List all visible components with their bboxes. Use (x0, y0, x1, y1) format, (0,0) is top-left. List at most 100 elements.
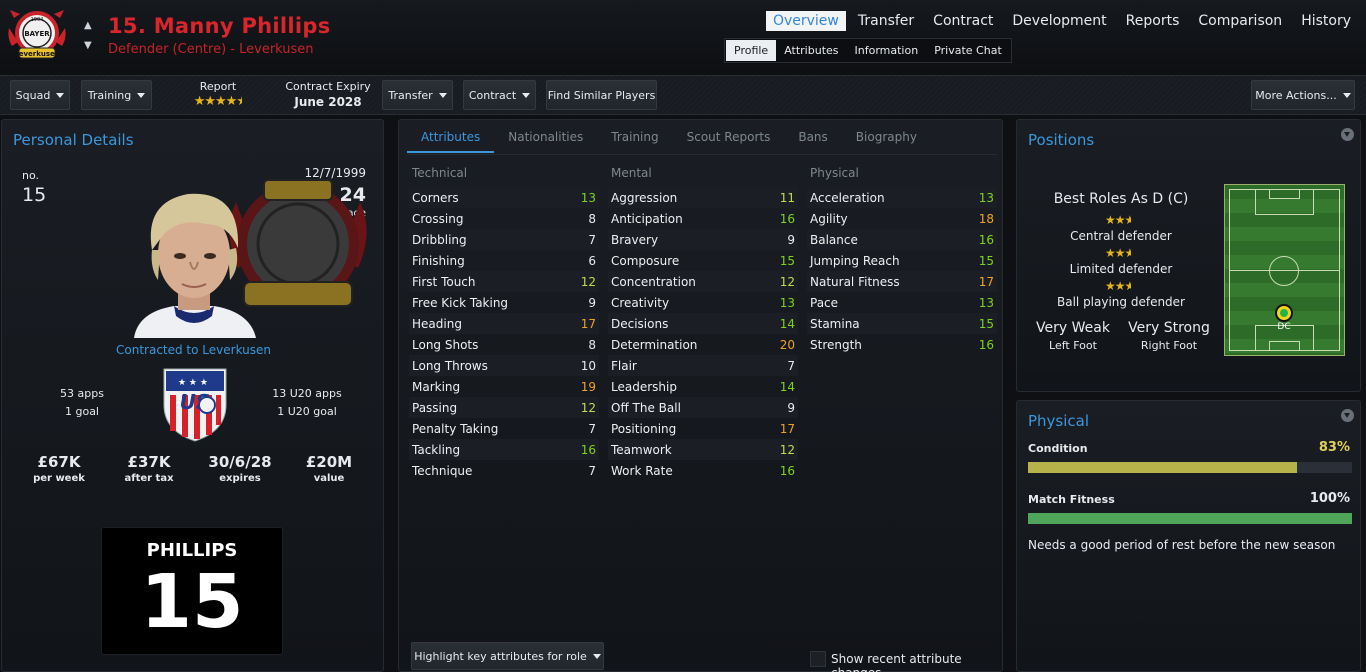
player-role: Defender (Centre) - Leverkusen (108, 42, 314, 57)
subtab-attributes[interactable]: Attributes (776, 40, 846, 61)
attribute-row[interactable]: Long Throws 10 (409, 355, 599, 376)
contract-button[interactable]: Contract (463, 80, 536, 110)
svg-text:Leverkusen: Leverkusen (14, 50, 60, 58)
after-tax-value: £37K (127, 453, 171, 471)
attribute-name: Bravery (611, 232, 659, 247)
tab-contract[interactable]: Contract (926, 11, 1000, 31)
tab-scout-reports[interactable]: Scout Reports (673, 126, 785, 153)
attribute-name: Stamina (810, 316, 860, 331)
show-changes-checkbox[interactable] (810, 651, 826, 667)
attribute-row[interactable]: Work Rate 16 (608, 460, 798, 481)
transfer-button[interactable]: Transfer (382, 80, 453, 110)
club-crest-icon[interactable]: Leverkusen BAYER 1904 (6, 8, 68, 62)
subtab-information[interactable]: Information (847, 40, 927, 61)
squad-button[interactable]: Squad (10, 80, 70, 110)
subtab-private-chat[interactable]: Private Chat (926, 40, 1010, 61)
more-actions-button[interactable]: More Actions... (1251, 80, 1355, 110)
wage-label: per week (33, 473, 85, 484)
role-stars-icon: ★★★ (1105, 279, 1131, 293)
shirt-graphic: PHILLIPS 15 (101, 527, 283, 655)
attribute-row[interactable]: Passing 12 (409, 397, 599, 418)
attribute-row[interactable]: Anticipation 16 (608, 208, 798, 229)
attribute-row[interactable]: Composure 15 (608, 250, 798, 271)
tab-overview[interactable]: Overview (765, 11, 846, 31)
tab-comparison[interactable]: Comparison (1191, 11, 1289, 31)
tab-history[interactable]: History (1294, 11, 1358, 31)
u20-apps-value: 13 U20 apps (272, 387, 342, 400)
attribute-row[interactable]: Stamina 15 (807, 313, 997, 334)
attribute-row[interactable]: Long Shots 8 (409, 334, 599, 355)
attribute-row[interactable]: Pace 13 (807, 292, 997, 313)
tab-reports[interactable]: Reports (1119, 11, 1187, 31)
training-button[interactable]: Training (81, 80, 152, 110)
attribute-row[interactable]: Dribbling 7 (409, 229, 599, 250)
tab-nationalities[interactable]: Nationalities (494, 126, 597, 153)
highlight-key-attributes-button[interactable]: Highlight key attributes for role (411, 642, 604, 670)
attribute-row[interactable]: Concentration 12 (608, 271, 798, 292)
contracted-link[interactable]: Contracted to Leverkusen (2, 343, 385, 357)
attribute-row[interactable]: Jumping Reach 15 (807, 250, 997, 271)
report-label: Report (199, 80, 237, 93)
attribute-value: 17 (580, 316, 596, 331)
next-player-icon[interactable]: ▼ (84, 36, 92, 56)
tab-attributes[interactable]: Attributes (407, 126, 495, 153)
goals-value: 1 goal (64, 405, 99, 418)
attribute-row[interactable]: Marking 19 (409, 376, 599, 397)
report-rating[interactable]: Report ★★★★★ (178, 80, 258, 109)
attribute-row[interactable]: First Touch 12 (409, 271, 599, 292)
tab-training[interactable]: Training (597, 126, 672, 153)
physical-title: Physical (1028, 412, 1090, 430)
action-toolbar: Squad Training Report ★★★★★ Contract Exp… (0, 75, 1366, 115)
attribute-row[interactable]: Flair 7 (608, 355, 798, 376)
attribute-row[interactable]: Free Kick Taking 9 (409, 292, 599, 313)
attribute-value: 13 (580, 190, 596, 205)
attribute-name: Agility (810, 211, 848, 226)
attribute-row[interactable]: Balance 16 (807, 229, 997, 250)
attribute-name: Flair (611, 358, 637, 373)
attributes-tabs: Attributes Nationalities Training Scout … (407, 126, 931, 153)
attribute-row[interactable]: Determination 20 (608, 334, 798, 355)
attribute-row[interactable]: Crossing 8 (409, 208, 599, 229)
match-fitness-label: Match Fitness (1028, 493, 1115, 506)
attribute-value: 9 (588, 295, 596, 310)
best-roles-title: Best Roles As D (C) (1053, 191, 1189, 207)
attribute-row[interactable]: Heading 17 (409, 313, 599, 334)
attribute-value: 20 (779, 337, 795, 352)
attribute-name: Jumping Reach (810, 253, 900, 268)
tab-biography[interactable]: Biography (842, 126, 931, 153)
attribute-row[interactable]: Creativity 13 (608, 292, 798, 313)
attribute-row[interactable]: Finishing 6 (409, 250, 599, 271)
find-similar-players-button[interactable]: Find Similar Players (546, 80, 657, 110)
tab-transfer[interactable]: Transfer (851, 11, 921, 31)
attribute-row[interactable]: Leadership 14 (608, 376, 798, 397)
attribute-value: 18 (978, 211, 994, 226)
player-portrait (134, 193, 256, 338)
prev-player-icon[interactable]: ▲ (84, 16, 92, 36)
tab-development[interactable]: Development (1005, 11, 1113, 31)
wage-value: £67K (37, 453, 81, 471)
collapse-icon[interactable] (1341, 409, 1354, 422)
personal-details-title: Personal Details (13, 131, 134, 149)
attribute-row[interactable]: Agility 18 (807, 208, 997, 229)
attribute-value: 16 (978, 232, 994, 247)
attribute-row[interactable]: Tackling 16 (409, 439, 599, 460)
right-foot-value: Very Strong (1128, 320, 1210, 336)
attribute-row[interactable]: Positioning 17 (608, 418, 798, 439)
attribute-row[interactable]: Aggression 11 (608, 187, 798, 208)
attribute-row[interactable]: Penalty Taking 7 (409, 418, 599, 439)
attribute-row[interactable]: Off The Ball 9 (608, 397, 798, 418)
attribute-row[interactable]: Natural Fitness 17 (807, 271, 997, 292)
tab-bans[interactable]: Bans (784, 126, 841, 153)
attribute-row[interactable]: Technique 7 (409, 460, 599, 481)
subtab-profile[interactable]: Profile (726, 40, 777, 61)
attribute-name: Long Shots (412, 337, 479, 352)
attribute-row[interactable]: Teamwork 12 (608, 439, 798, 460)
attribute-row[interactable]: Corners 13 (409, 187, 599, 208)
attribute-row[interactable]: Acceleration 13 (807, 187, 997, 208)
attribute-row[interactable]: Decisions 14 (608, 313, 798, 334)
attribute-value: 16 (779, 211, 795, 226)
attribute-row[interactable]: Bravery 9 (608, 229, 798, 250)
player-nav-arrows[interactable]: ▲ ▼ (84, 16, 92, 56)
collapse-icon[interactable] (1341, 128, 1354, 141)
attribute-row[interactable]: Strength 16 (807, 334, 997, 355)
